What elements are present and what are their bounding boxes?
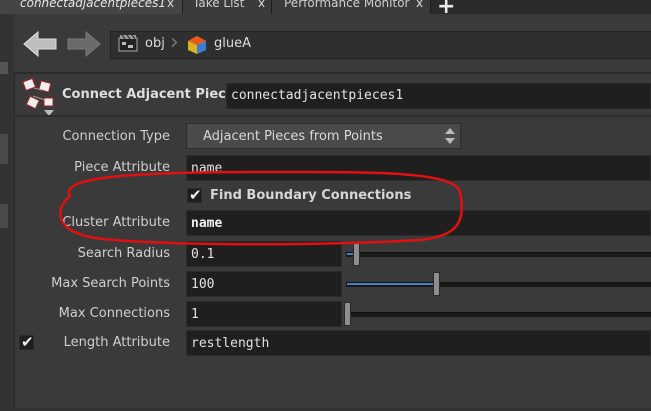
annotation-circle: [59, 170, 464, 246]
